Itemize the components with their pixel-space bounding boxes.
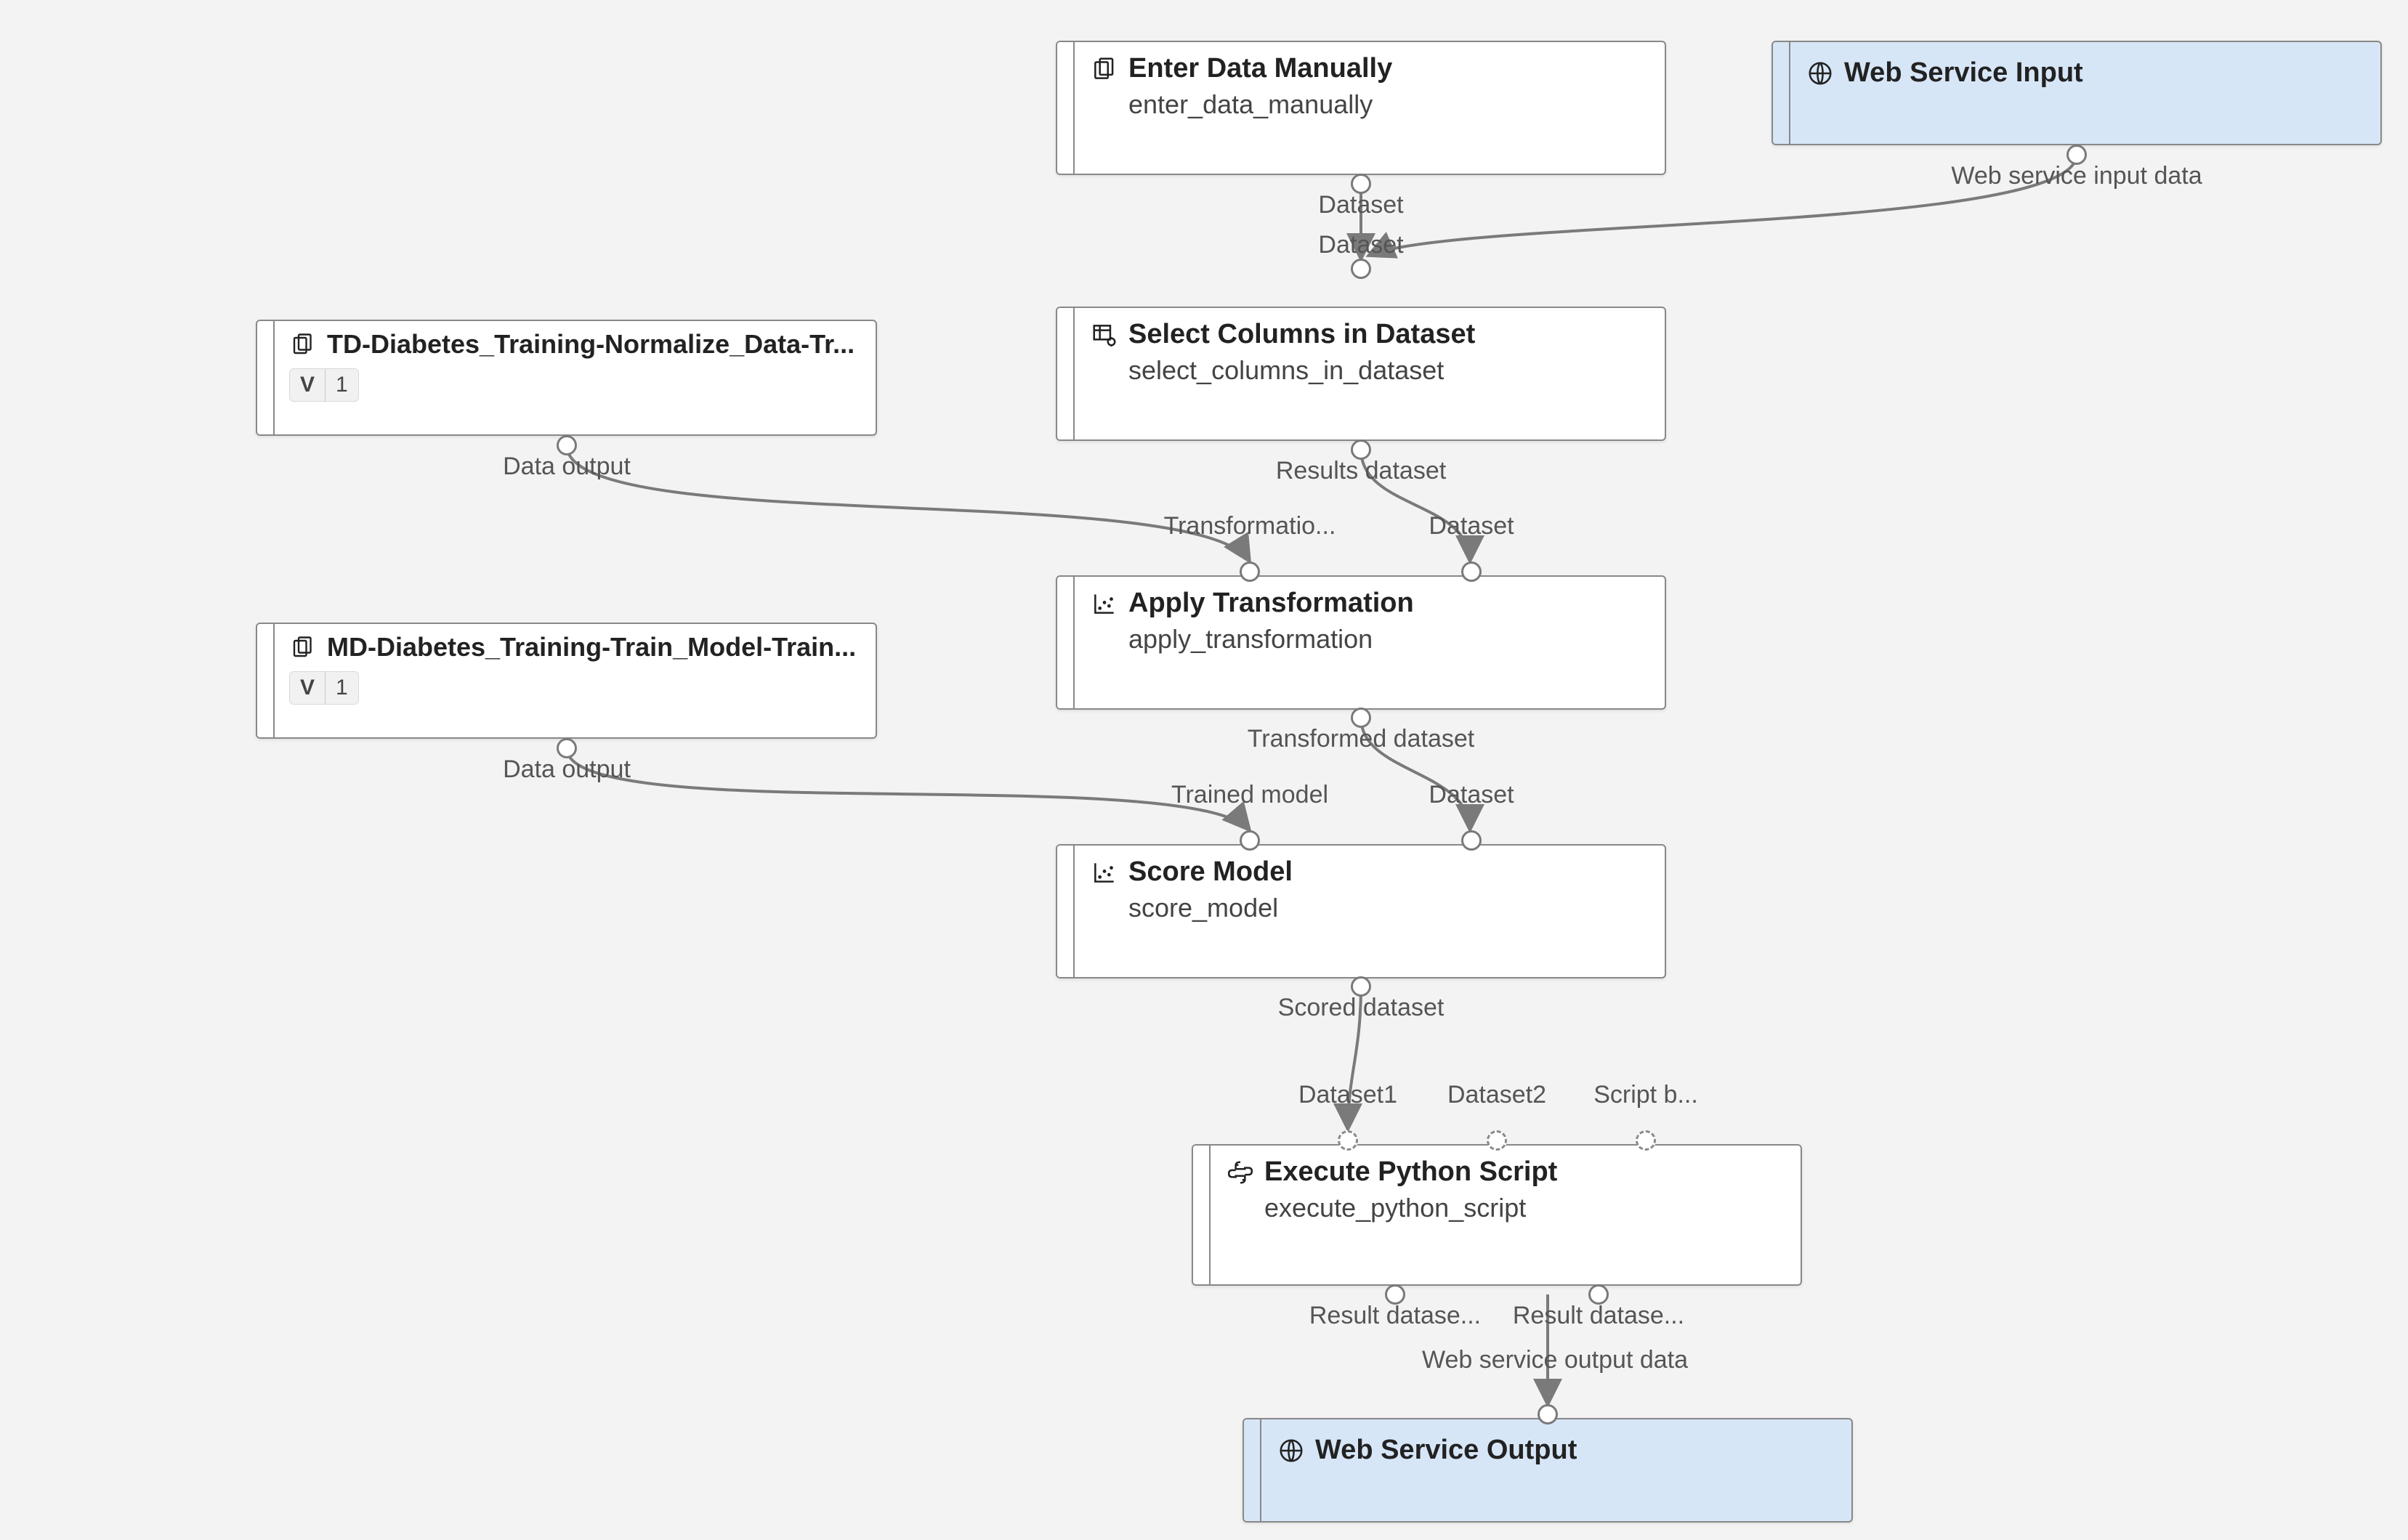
globe-icon [1277,1437,1305,1464]
node-title: MD-Diabetes_Training-Train_Model-Train..… [327,631,856,662]
version-badge: V1 [289,368,359,402]
table-gear-icon [1091,321,1118,349]
port-score-input-data[interactable] [1461,830,1482,851]
node-td-diabetes[interactable]: TD-Diabetes_Training-Normalize_Data-Tr..… [256,320,877,436]
node-subtitle: enter_data_manually [1128,89,1649,120]
node-title: Select Columns in Dataset [1128,318,1475,352]
node-subtitle: select_columns_in_dataset [1128,354,1649,386]
port-td-output[interactable] [557,435,577,455]
port-score-output[interactable] [1351,976,1371,997]
port-python-input-dataset2[interactable] [1487,1130,1507,1151]
globe-icon [1806,60,1834,87]
port-md-output[interactable] [557,738,577,758]
port-label: Dataset [1429,514,1514,538]
port-label: Data output [503,757,631,782]
node-web-service-output[interactable]: Web Service Output [1243,1418,1853,1523]
port-python-input-script[interactable] [1636,1130,1656,1151]
port-python-output-2[interactable] [1588,1284,1609,1305]
port-label: Dataset1 [1298,1082,1397,1107]
port-score-input-model[interactable] [1240,830,1260,851]
node-accent [1773,42,1790,144]
node-accent [1057,846,1075,977]
port-label: Data output [503,454,631,479]
port-select-cols-input[interactable] [1351,259,1371,279]
port-ws-input-output[interactable] [2066,145,2087,165]
version-badge: V1 [289,671,359,705]
port-label: Script b... [1593,1082,1698,1107]
port-label: Dataset [1429,782,1514,807]
port-label: Web service input data [1951,163,2202,188]
multi-doc-icon [1091,55,1118,83]
port-label: Dataset [1318,232,1403,257]
node-subtitle: execute_python_script [1264,1192,1785,1223]
port-enter-data-output[interactable] [1351,174,1371,194]
node-title: Execute Python Script [1264,1156,1557,1189]
node-md-diabetes[interactable]: MD-Diabetes_Training-Train_Model-Train..… [256,623,877,739]
node-accent [1244,1419,1261,1521]
port-python-input-dataset1[interactable] [1338,1130,1358,1151]
node-score-model[interactable]: Score Model score_model [1056,844,1666,978]
scatter-icon [1091,590,1118,617]
port-label: Scored dataset [1278,995,1445,1020]
node-select-columns[interactable]: Select Columns in Dataset select_columns… [1056,307,1666,441]
port-label: Result datase... [1513,1303,1684,1328]
node-title: TD-Diabetes_Training-Normalize_Data-Tr..… [327,328,854,360]
node-accent [1057,577,1075,708]
scatter-icon [1091,859,1118,886]
version-row: V1 [289,670,861,705]
node-title: Enter Data Manually [1128,52,1392,86]
node-enter-data-manually[interactable]: Enter Data Manually enter_data_manually [1056,41,1666,175]
node-title: Web Service Output [1315,1434,1577,1467]
port-label: Result datase... [1309,1303,1481,1328]
port-label: Transformed dataset [1248,726,1474,751]
version-row: V1 [289,367,861,402]
node-subtitle: apply_transformation [1128,623,1649,654]
port-label: Web service output data [1422,1348,1688,1372]
node-apply-transformation[interactable]: Apply Transformation apply_transformatio… [1056,575,1666,710]
multi-doc-icon [289,331,317,358]
node-accent [1057,42,1075,174]
port-apply-transformation-input-data[interactable] [1461,562,1482,582]
port-python-output-1[interactable] [1385,1284,1405,1305]
node-accent [257,624,275,737]
node-title: Web Service Input [1844,57,2083,90]
port-ws-output-input[interactable] [1538,1404,1558,1424]
node-web-service-input[interactable]: Web Service Input [1771,41,2382,145]
node-title: Apply Transformation [1128,587,1414,620]
port-apply-transformation-output[interactable] [1351,708,1371,728]
python-icon [1227,1159,1254,1186]
edges-layer [0,0,2408,1540]
node-subtitle: score_model [1128,892,1649,923]
node-accent [1193,1146,1211,1284]
port-label: Transformatio... [1164,514,1336,538]
port-apply-transformation-input-trans[interactable] [1240,562,1260,582]
port-select-cols-output[interactable] [1351,439,1371,460]
port-label: Results dataset [1276,458,1446,483]
port-label: Trained model [1171,782,1328,807]
node-title: Score Model [1128,856,1293,889]
multi-doc-icon [289,633,317,661]
node-accent [1057,308,1075,439]
port-label: Dataset [1318,192,1403,217]
node-execute-python-script[interactable]: Execute Python Script execute_python_scr… [1192,1144,1802,1286]
node-accent [257,321,275,434]
port-label: Dataset2 [1447,1082,1546,1107]
